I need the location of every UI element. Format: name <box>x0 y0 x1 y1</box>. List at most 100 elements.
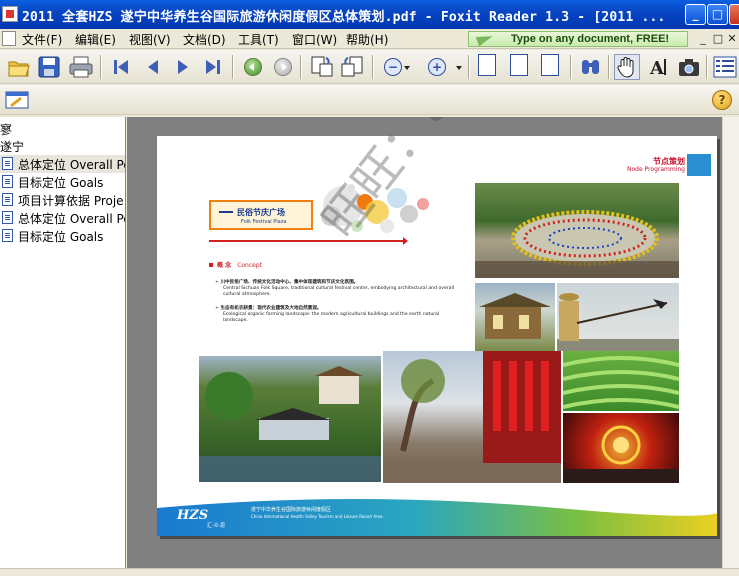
menu-tools[interactable]: 工具(T) <box>238 31 279 48</box>
continuous-icon[interactable] <box>510 54 528 76</box>
bookmark-label: 目标定位 Goals <box>18 176 104 190</box>
first-page-icon[interactable] <box>108 54 134 80</box>
bullet-1-en: Central Sichuan Folk Square, traditional… <box>223 286 455 297</box>
title-bar: 2011 全套HZS 遂宁中华养生谷国际旅游休闲度假区总体策划.pdf - Fo… <box>0 0 739 29</box>
zoom-in-symbol: + <box>428 58 446 76</box>
concept-bullet-1: ➢ 川中民俗广场、传统文化活动中心、集中体现建筑和节庆文化氛围。 Central… <box>215 280 455 298</box>
app-icon[interactable] <box>2 6 18 22</box>
bookmark-label: 总体定位 Overall Po <box>18 212 126 226</box>
bookmark-root[interactable]: 寥 <box>0 121 12 138</box>
save-icon[interactable] <box>36 54 62 80</box>
facing-icon[interactable] <box>541 54 559 76</box>
secondary-toolbar: ? <box>0 85 739 115</box>
prev-page-icon[interactable] <box>140 54 166 80</box>
page-footer: HZS 汇·众·思 遂宁中华养生谷国际旅游休闲度假区 China Interna… <box>157 496 717 536</box>
toolbar-separator <box>608 55 610 79</box>
ad-banner[interactable]: Type on any document, FREE! <box>468 31 688 47</box>
bookmarks-panel: 寥 遂宁 总体定位 Overall Po 目标定位 Goals 项目计算依据 P… <box>0 117 126 569</box>
bookmark-label: 总体定位 Overall Po <box>18 158 126 172</box>
garden-photo <box>199 356 381 482</box>
form-edit-icon[interactable] <box>4 87 30 113</box>
header-accent-block <box>691 154 711 176</box>
bookmarks-panel-icon[interactable] <box>712 54 738 80</box>
menu-file[interactable]: 文件(F) <box>22 31 62 48</box>
toolbar-separator <box>300 55 302 79</box>
concept-heading: 概 念 Concept <box>209 260 262 269</box>
minimize-button[interactable]: _ <box>685 4 706 25</box>
menu-document[interactable]: 文档(D) <box>183 31 226 48</box>
vertical-scrollbar[interactable] <box>722 117 739 569</box>
find-icon[interactable] <box>578 54 604 80</box>
close-button[interactable] <box>729 4 739 25</box>
page-header-en: Node Programming <box>626 166 685 173</box>
zoom-out-icon[interactable]: − <box>380 54 410 80</box>
concept-label: 概 念 <box>217 262 232 269</box>
festival-night-photo <box>563 413 679 483</box>
menu-edit[interactable]: 编辑(E) <box>75 31 116 48</box>
bookmark-label: 目标定位 Goals <box>18 230 104 244</box>
festival-plaza-photo <box>475 183 679 278</box>
mdi-close-button[interactable]: ✕ <box>724 31 739 47</box>
document-icon[interactable] <box>2 31 16 46</box>
menu-window[interactable]: 窗口(W) <box>292 31 337 48</box>
pdf-page: 节点策划 Node Programming 民俗节庆广场 Folk Festiv… <box>157 117 717 536</box>
bookmark-item[interactable]: 目标定位 Goals <box>0 227 125 245</box>
document-view[interactable]: 节点策划 Node Programming 民俗节庆广场 Folk Festiv… <box>127 117 739 569</box>
open-icon[interactable] <box>6 54 32 80</box>
toolbar-separator <box>468 55 470 79</box>
rotate-right-icon[interactable] <box>340 54 366 80</box>
footer-title-en: China International Health Valley Touris… <box>251 514 383 519</box>
bamboo-house-photo <box>475 283 555 351</box>
tea-terrace-photo <box>563 351 679 411</box>
print-icon[interactable] <box>68 54 94 80</box>
help-icon[interactable]: ? <box>712 90 732 110</box>
section-title-en: Folk Festival Plaza <box>241 219 287 225</box>
mdi-minimize-button[interactable]: _ <box>695 31 711 47</box>
horizontal-scrollbar[interactable] <box>0 568 739 576</box>
bullet-2-en: Ecological organic farming landscape: th… <box>223 312 440 323</box>
svg-text:A: A <box>649 58 665 79</box>
fisherman-photo <box>557 283 679 351</box>
ad-text: Type on any document, FREE! <box>511 33 670 45</box>
bookmark-page-icon <box>2 229 13 242</box>
toolbar-separator <box>372 55 374 79</box>
bookmark-item[interactable]: 总体定位 Overall Po <box>0 209 126 227</box>
bookmark-page-icon <box>2 157 13 170</box>
bookmark-label: 项目计算依据 Proje <box>18 194 124 208</box>
menu-view[interactable]: 视图(V) <box>129 31 171 48</box>
bookmark-parent[interactable]: 遂宁 <box>0 138 24 155</box>
next-page-icon[interactable] <box>170 54 196 80</box>
toolbar-separator <box>100 55 102 79</box>
rotate-left-icon[interactable] <box>308 54 334 80</box>
bookmark-item[interactable]: 项目计算依据 Proje <box>0 191 125 209</box>
bookmark-page-icon <box>2 175 13 188</box>
last-page-icon[interactable] <box>200 54 226 80</box>
text-select-icon[interactable]: A <box>646 54 672 80</box>
zoom-in-dropdown-icon[interactable] <box>456 66 462 70</box>
toolbar-separator <box>706 55 708 79</box>
maximize-button[interactable]: □ <box>707 4 728 25</box>
bookmark-item[interactable]: 目标定位 Goals <box>0 173 125 191</box>
ad-arrow-icon <box>475 31 495 47</box>
toolbar-separator <box>570 55 572 79</box>
concept-bullet-icon <box>209 263 213 267</box>
bookmark-item[interactable]: 总体定位 Overall Po <box>0 155 126 173</box>
single-page-icon[interactable] <box>478 54 496 76</box>
footer-logo: HZS <box>177 508 209 523</box>
zoom-out-symbol: − <box>384 58 402 76</box>
section-title-cn: 民俗节庆广场 <box>237 208 285 217</box>
zoom-in-icon[interactable]: + <box>424 54 464 80</box>
snapshot-icon[interactable] <box>676 54 702 80</box>
back-icon[interactable] <box>240 54 266 80</box>
forward-icon[interactable] <box>270 54 296 80</box>
decorative-circles <box>321 184 429 233</box>
hand-tool-icon[interactable] <box>614 54 640 80</box>
zoom-out-dropdown-icon[interactable] <box>404 66 410 70</box>
bookmark-page-icon <box>2 193 13 206</box>
main-toolbar: − + A <box>0 50 739 84</box>
menu-help[interactable]: 帮助(H) <box>346 31 388 48</box>
bookmark-page-icon <box>2 211 13 224</box>
concept-en: Concept <box>237 262 263 269</box>
window-title: 2011 全套HZS 遂宁中华养生谷国际旅游休闲度假区总体策划.pdf - Fo… <box>22 10 666 25</box>
toolbar-separator <box>232 55 234 79</box>
